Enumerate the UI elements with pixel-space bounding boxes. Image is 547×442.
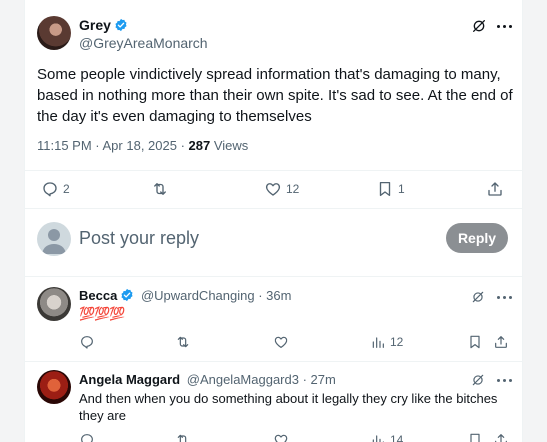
grok-icon[interactable] (471, 373, 485, 387)
author-name[interactable]: Grey (79, 17, 111, 33)
share-icon (488, 182, 502, 196)
like-icon (274, 336, 288, 348)
reply-button[interactable]: Reply (446, 223, 508, 253)
reply-author-line: Becca @UpwardChanging · 36m (79, 288, 291, 303)
post-meta: 11:15 PM · Apr 18, 2025 · 287 Views (37, 138, 248, 153)
reply-count: 2 (63, 182, 70, 196)
repost-action[interactable] (175, 334, 191, 350)
bookmark-action[interactable] (467, 432, 483, 442)
share-icon (495, 434, 507, 442)
views-action[interactable]: 14 (370, 432, 403, 442)
like-action[interactable] (273, 334, 289, 350)
share-action[interactable] (486, 180, 504, 198)
reply-author-name[interactable]: Becca (79, 288, 117, 303)
reply-icon (81, 434, 93, 442)
bookmark-action[interactable]: 1 (376, 180, 405, 198)
grok-icon[interactable] (471, 18, 487, 34)
reply-handle-time[interactable]: @AngelaMaggard3 · 27m (187, 372, 336, 387)
reply-text: 💯💯💯 (79, 306, 126, 321)
repost-action[interactable] (175, 432, 191, 442)
reply-action[interactable]: 2 (41, 180, 70, 198)
reply-icon (43, 182, 57, 197)
more-icon[interactable] (497, 379, 512, 382)
author-line: Grey (79, 17, 128, 35)
reply-text: And then when you do something about it … (79, 391, 498, 423)
views-count[interactable]: 287 (189, 138, 211, 153)
post-text: Some people vindictively spread informat… (37, 66, 513, 125)
reply-input[interactable]: Post your reply (79, 228, 199, 249)
views-count: 12 (390, 335, 404, 349)
avatar-grey[interactable] (37, 16, 71, 50)
avatar-angela[interactable] (37, 370, 71, 404)
grok-icon[interactable] (471, 290, 485, 304)
repost-action[interactable] (151, 180, 173, 198)
share-action[interactable] (493, 432, 509, 442)
views-icon (372, 435, 384, 442)
user-avatar (37, 222, 71, 256)
bookmark-icon (470, 433, 480, 442)
like-count: 12 (286, 182, 300, 196)
views-count: 14 (390, 433, 404, 442)
verified-icon (115, 18, 127, 32)
bookmark-action[interactable] (467, 334, 483, 350)
reply-icon (81, 336, 93, 349)
reply-action[interactable] (79, 334, 95, 350)
views-label: Views (210, 138, 249, 153)
repost-icon (177, 434, 187, 442)
divider (25, 361, 522, 362)
share-action[interactable] (493, 334, 509, 350)
like-action[interactable] (273, 432, 289, 442)
more-icon[interactable] (497, 296, 512, 299)
like-icon (274, 434, 288, 442)
reply-action[interactable] (79, 432, 95, 442)
divider (25, 208, 522, 209)
repost-icon (154, 183, 166, 195)
bookmark-count: 1 (398, 182, 405, 196)
like-icon (265, 183, 281, 196)
share-icon (495, 336, 507, 348)
author-handle[interactable]: @GreyAreaMonarch (79, 35, 208, 51)
reply-author-name[interactable]: Angela Maggard (79, 372, 180, 387)
bookmark-icon (379, 181, 391, 197)
repost-icon (177, 336, 189, 348)
views-action[interactable]: 12 (370, 334, 403, 350)
like-action[interactable]: 12 (264, 180, 299, 198)
avatar-becca[interactable] (37, 287, 71, 321)
more-icon[interactable] (497, 25, 512, 28)
bookmark-icon (470, 335, 480, 349)
verified-icon (121, 288, 133, 302)
post-column: Grey @GreyAreaMonarch Some people vindic… (24, 0, 523, 442)
reply-handle-time[interactable]: @UpwardChanging · 36m (141, 288, 292, 303)
reply-author-line: Angela Maggard @AngelaMaggard3 · 27m (79, 372, 336, 387)
divider (25, 276, 522, 277)
views-icon (372, 337, 384, 348)
divider (25, 170, 522, 171)
timestamp[interactable]: 11:15 PM · Apr 18, 2025 · (37, 138, 189, 153)
